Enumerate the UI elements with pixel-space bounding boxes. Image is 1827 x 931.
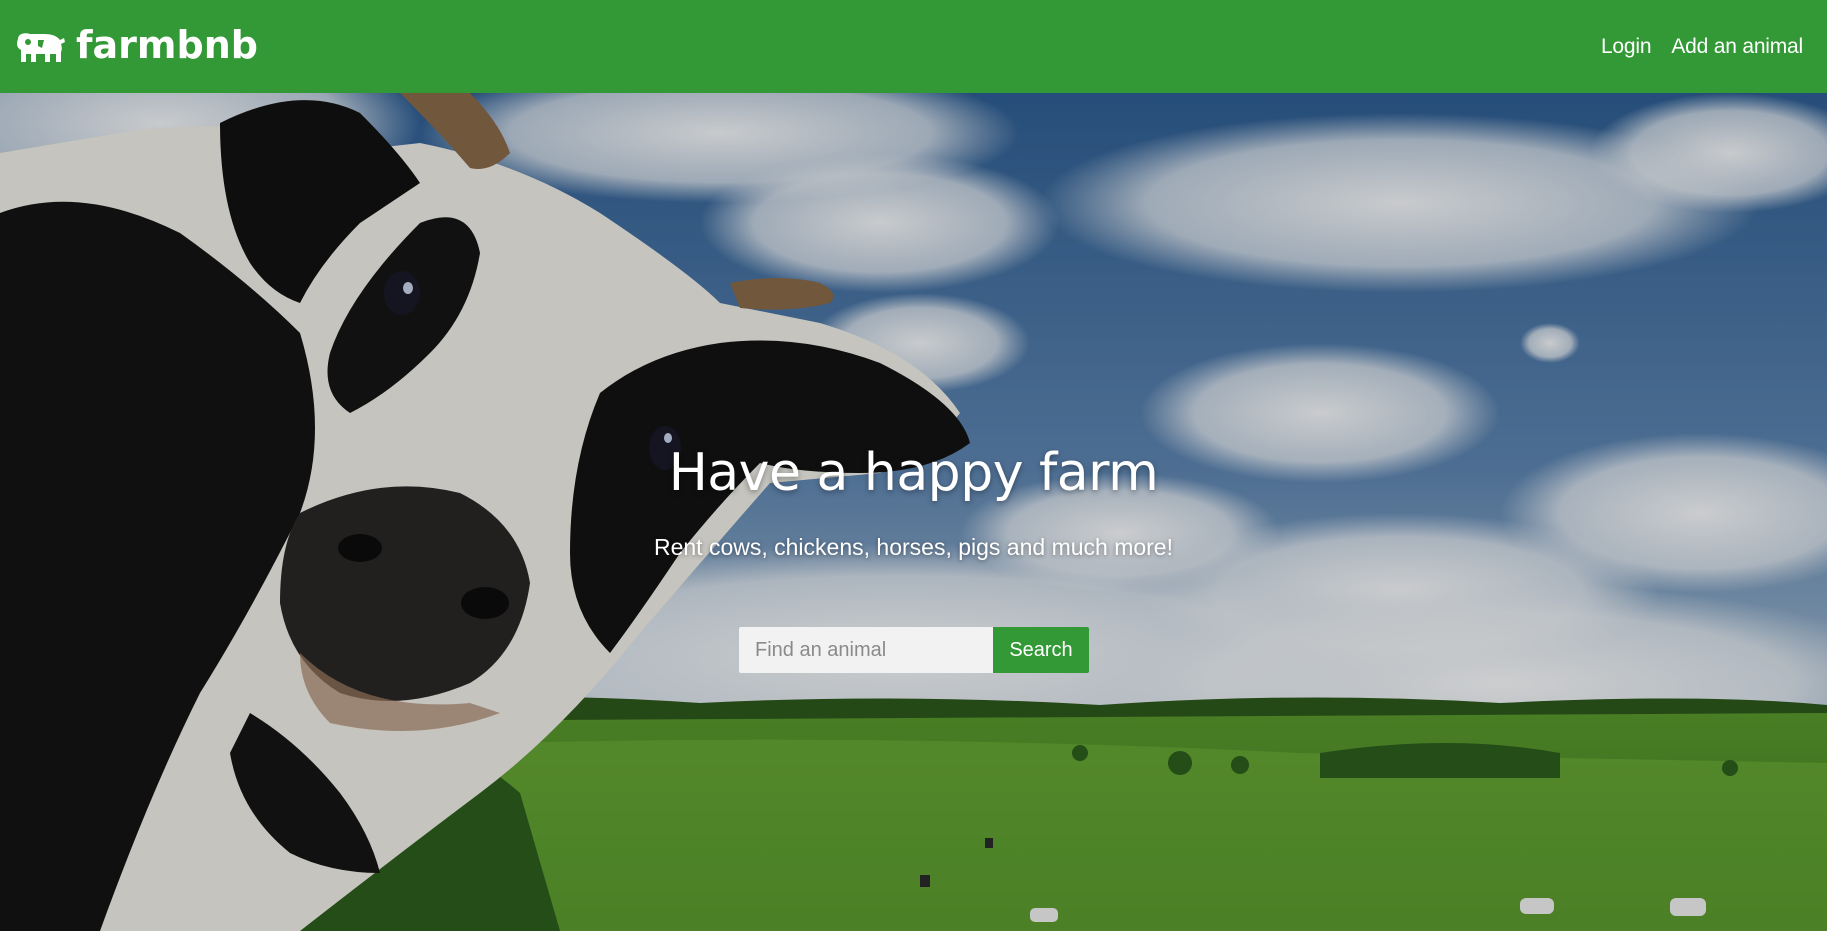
- brand-name: farmbnb: [76, 22, 258, 67]
- hero-banner: Have a happy farm Rent cows, chickens, h…: [0, 93, 1827, 931]
- add-animal-link[interactable]: Add an animal: [1671, 35, 1803, 59]
- hero-content: Have a happy farm Rent cows, chickens, h…: [0, 93, 1827, 931]
- hero-title: Have a happy farm: [668, 443, 1159, 503]
- login-link[interactable]: Login: [1601, 35, 1652, 59]
- hero-subtitle: Rent cows, chickens, horses, pigs and mu…: [653, 534, 1173, 560]
- search-button[interactable]: Search: [993, 627, 1089, 673]
- top-navbar: farmbnb Login Add an animal: [0, 0, 1827, 93]
- cow-icon: [17, 32, 65, 62]
- animal-search-form: Search: [739, 627, 1089, 673]
- search-input[interactable]: [739, 627, 993, 673]
- nav-links: Login Add an animal: [1601, 35, 1803, 59]
- brand-logo-link[interactable]: farmbnb: [14, 26, 258, 64]
